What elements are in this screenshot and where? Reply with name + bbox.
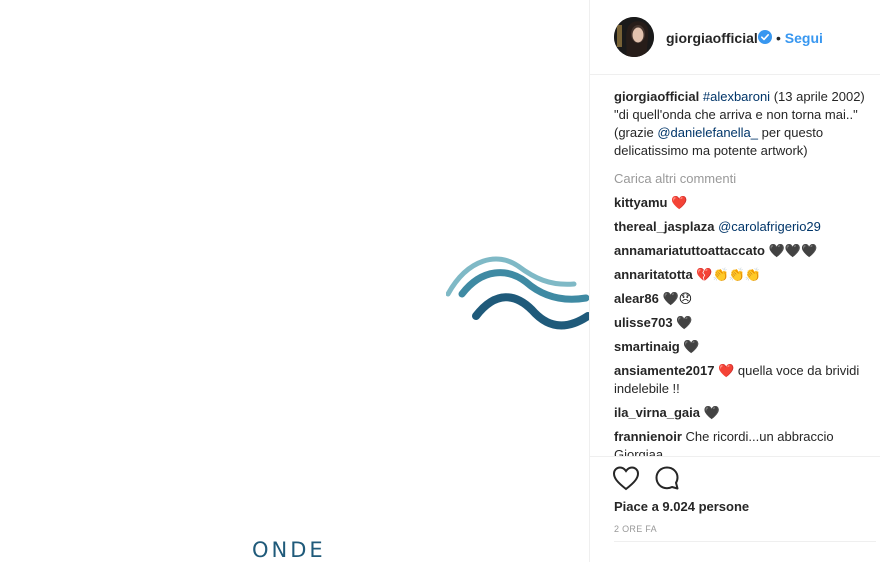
post-timestamp[interactable]: 2 ORE FA	[614, 524, 657, 534]
comment-row: smartinaig 🖤	[614, 338, 876, 356]
post-image[interactable]: ONDE	[0, 0, 589, 562]
speech-bubble-icon[interactable]	[654, 465, 680, 491]
follow-label: Segui	[784, 30, 823, 46]
comment-row: frannienoir Che ricordi...un abbraccio G…	[614, 428, 876, 456]
comment-row: ila_virna_gaia 🖤	[614, 404, 876, 422]
comment-username[interactable]: thereal_jasplaza	[614, 219, 714, 234]
divider	[614, 541, 876, 542]
comment-username[interactable]: smartinaig	[614, 339, 680, 354]
comment-row: alear86 🖤😞	[614, 290, 876, 308]
comment-username[interactable]: ila_virna_gaia	[614, 405, 700, 420]
comments-list[interactable]: giorgiaofficial #alexbaroni (13 aprile 2…	[614, 88, 876, 456]
follow-button[interactable]: • Segui	[776, 30, 823, 46]
wave-logo	[446, 256, 589, 330]
comment-row: ansiamente2017 ❤️ quella voce da brividi…	[614, 362, 876, 398]
header-separator: •	[776, 30, 781, 46]
comment-emoji: 🖤	[676, 315, 693, 330]
avatar[interactable]	[614, 17, 654, 57]
heart-outline-icon[interactable]	[612, 465, 640, 491]
caption-mention[interactable]: @danielefanella_	[657, 125, 758, 140]
likes-count[interactable]: Piace a 9.024 persone	[614, 499, 749, 514]
post-actions: Piace a 9.024 persone 2 ORE FA	[590, 456, 880, 562]
artwork-title: ONDE	[252, 538, 326, 562]
post-caption: giorgiaofficial #alexbaroni (13 aprile 2…	[614, 88, 876, 160]
comment-username[interactable]: ulisse703	[614, 315, 673, 330]
comment-username[interactable]: annaritatotta	[614, 267, 693, 282]
comment-emoji: 🖤	[683, 339, 700, 354]
load-more-comments-button[interactable]: Carica altri commenti	[614, 170, 876, 188]
comment-emoji: 💔👏👏👏	[696, 267, 762, 282]
verified-badge-icon	[758, 30, 772, 44]
caption-hashtag[interactable]: #alexbaroni	[703, 89, 770, 104]
comment-username[interactable]: frannienoir	[614, 429, 682, 444]
comment-row: annaritatotta 💔👏👏👏	[614, 266, 876, 284]
comment-username[interactable]: alear86	[614, 291, 659, 306]
comment-emoji: 🖤🖤🖤	[768, 243, 818, 258]
comment-emoji: 🖤😞	[662, 291, 693, 306]
avatar-image	[614, 17, 654, 57]
comment-row: ulisse703 🖤	[614, 314, 876, 332]
comment-row: kittyamu ❤️	[614, 194, 876, 212]
comment-username[interactable]: annamariatuttoattaccato	[614, 243, 765, 258]
caption-username[interactable]: giorgiaofficial	[614, 89, 699, 104]
comment-mention[interactable]: @carolafrigerio29	[718, 219, 821, 234]
comment-row: annamariatuttoattaccato 🖤🖤🖤	[614, 242, 876, 260]
post-header: giorgiaofficial • Segui	[590, 0, 880, 75]
post-side-panel: giorgiaofficial • Segui giorgiaofficial …	[589, 0, 880, 562]
comment-emoji: ❤️	[671, 195, 688, 210]
comment-emoji: 🖤	[703, 405, 720, 420]
comment-row: thereal_jasplaza @carolafrigerio29	[614, 218, 876, 236]
header-username[interactable]: giorgiaofficial	[666, 30, 758, 46]
comment-emoji: ❤️	[718, 363, 735, 378]
comment-username[interactable]: kittyamu	[614, 195, 667, 210]
comment-username[interactable]: ansiamente2017	[614, 363, 714, 378]
